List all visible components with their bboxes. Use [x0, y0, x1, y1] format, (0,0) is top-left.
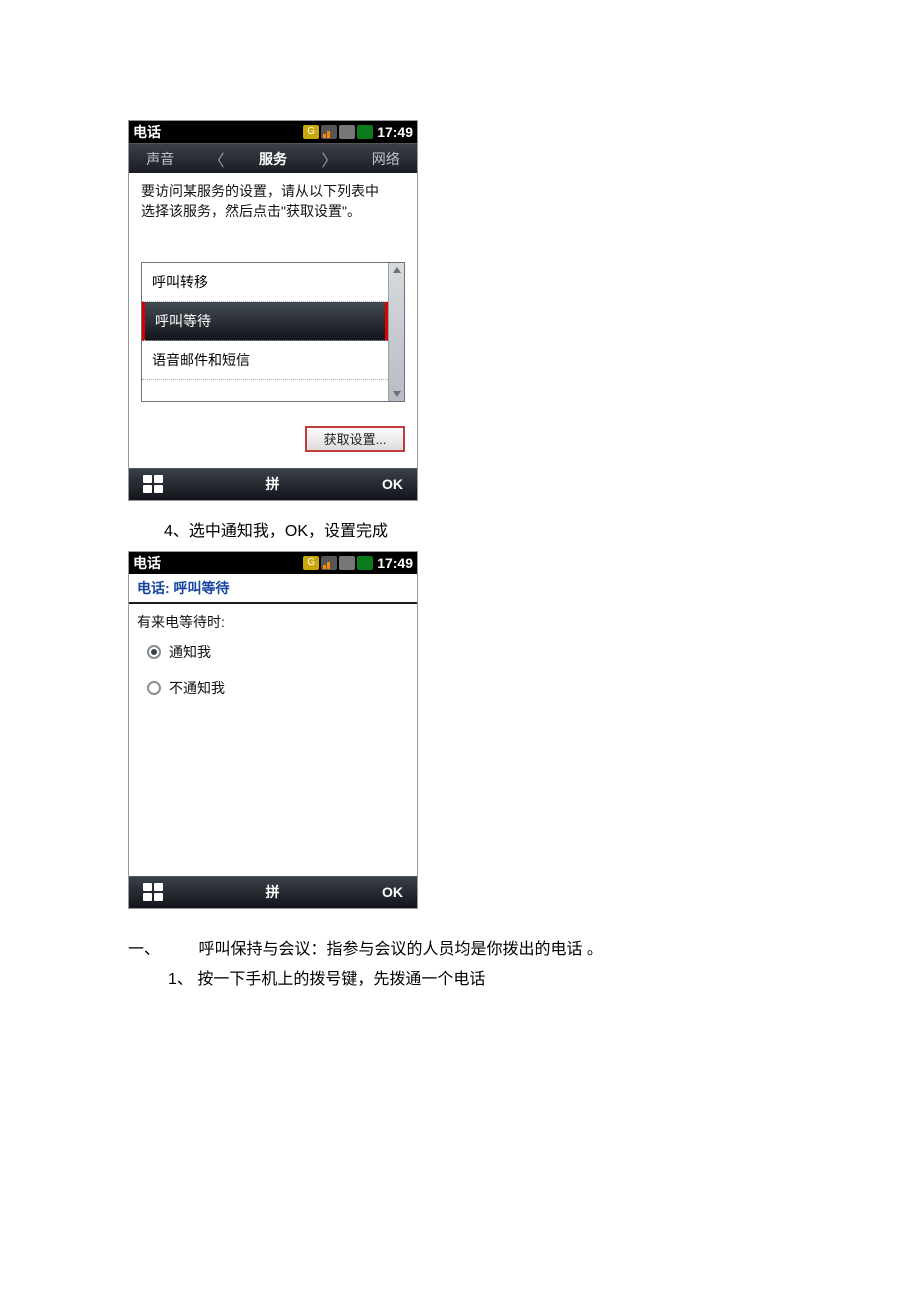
ok-button-2[interactable]: OK [382, 884, 403, 900]
section-heading: 一、 呼叫保持与会议：指参与会议的人员均是你拨出的电话 。 [128, 935, 920, 959]
list-item-call-waiting[interactable]: 呼叫等待 [142, 302, 388, 341]
doc-step-1b: 1、 按一下手机上的拨号键，先拨通一个电话 [168, 965, 920, 989]
gprs-icon [303, 556, 319, 570]
status-bar: 电话 17:49 [129, 121, 417, 143]
app-title: 电话 [133, 122, 301, 142]
prompt-text: 有来电等待时: [137, 612, 409, 632]
scrollbar[interactable] [388, 263, 404, 401]
battery-icon [357, 556, 373, 570]
card-icon [339, 125, 355, 139]
start-icon[interactable] [143, 475, 163, 493]
service-listbox: 呼叫转移 呼叫等待 语音邮件和短信 [141, 262, 405, 402]
app-title-2: 电话 [133, 553, 301, 573]
tab-network[interactable]: 网络 [372, 149, 400, 169]
get-settings-button[interactable]: 获取设置... [305, 426, 405, 452]
signal-icon [321, 556, 337, 570]
service-list: 呼叫转移 呼叫等待 语音邮件和短信 [142, 263, 388, 401]
settings-body: 有来电等待时: 通知我 不通知我 [129, 604, 417, 876]
instruction-text: 要访问某服务的设置，请从以下列表中 选择该服务，然后点击"获取设置"。 [129, 173, 417, 232]
clock: 17:49 [375, 124, 413, 140]
instruction-line-2: 选择该服务，然后点击"获取设置"。 [141, 201, 405, 221]
screenshot-call-waiting: 电话 17:49 电话: 呼叫等待 有来电等待时: 通知我 不通知我 拼 OK [128, 551, 418, 909]
clock-2: 17:49 [375, 555, 413, 571]
tab-sound[interactable]: 声音 [146, 149, 174, 169]
radio-icon-unchecked [147, 681, 161, 695]
start-icon[interactable] [143, 883, 163, 901]
blank-area [137, 704, 409, 874]
gprs-icon [303, 125, 319, 139]
radio-dont-notify[interactable]: 不通知我 [137, 672, 409, 704]
ime-button-2[interactable]: 拼 [266, 882, 280, 902]
radio-notify-me-label: 通知我 [169, 642, 211, 662]
instruction-line-1: 要访问某服务的设置，请从以下列表中 [141, 181, 405, 201]
list-item-voicemail-sms[interactable]: 语音邮件和短信 [142, 341, 388, 380]
signal-icon [321, 125, 337, 139]
list-item-call-forward[interactable]: 呼叫转移 [142, 263, 388, 302]
radio-notify-me[interactable]: 通知我 [137, 636, 409, 668]
doc-step-4: 4、选中通知我，OK，设置完成 [164, 517, 920, 541]
radio-icon-checked [147, 645, 161, 659]
section-number: 一、 [128, 935, 194, 959]
status-icons [303, 125, 373, 139]
section-title: 呼叫保持与会议：指参与会议的人员均是你拨出的电话 。 [198, 941, 602, 958]
button-row: 获取设置... [129, 408, 417, 468]
card-icon [339, 556, 355, 570]
screenshot-services: 电话 17:49 声音 〈 服务 〉 网络 要访问某服务的设置，请从以下列表中 … [128, 120, 418, 501]
radio-dont-notify-label: 不通知我 [169, 678, 225, 698]
status-icons-2 [303, 556, 373, 570]
tab-strip: 声音 〈 服务 〉 网络 [129, 143, 417, 173]
status-bar-2: 电话 17:49 [129, 552, 417, 574]
get-settings-label: 获取设置... [324, 429, 387, 448]
chevron-left-icon[interactable]: 〈 [209, 147, 225, 171]
softkey-bar-2: 拼 OK [129, 876, 417, 908]
ime-button[interactable]: 拼 [266, 474, 280, 494]
chevron-right-icon[interactable]: 〉 [321, 147, 337, 171]
page-subtitle: 电话: 呼叫等待 [129, 574, 417, 604]
ok-button[interactable]: OK [382, 476, 403, 492]
tab-service[interactable]: 服务 [259, 149, 287, 169]
battery-icon [357, 125, 373, 139]
softkey-bar: 拼 OK [129, 468, 417, 500]
